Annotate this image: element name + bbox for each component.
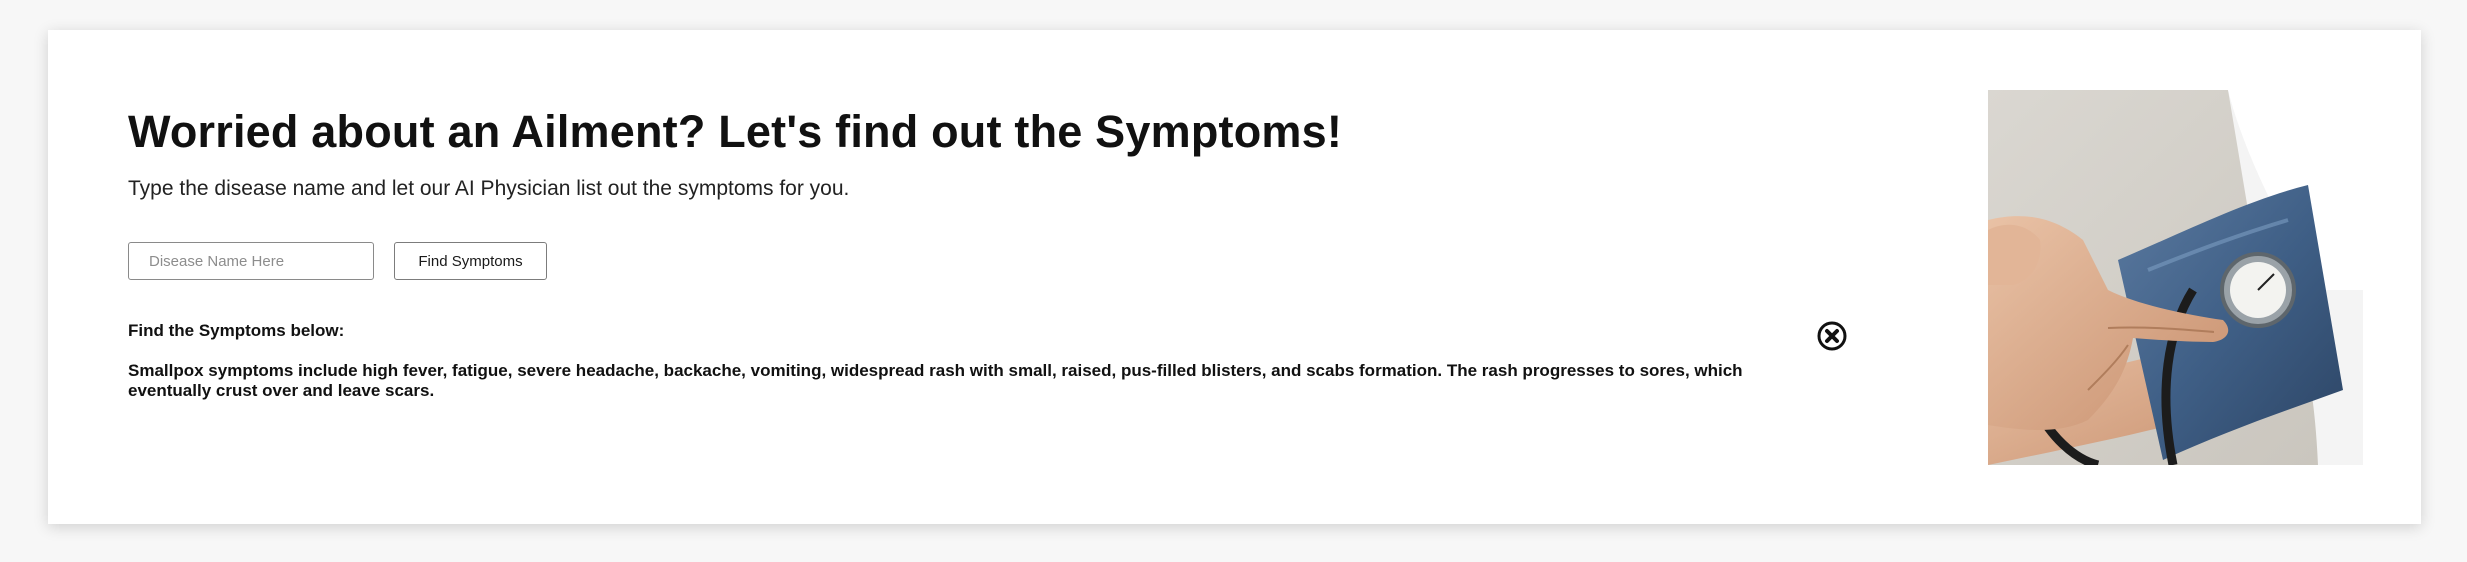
symptom-finder-card: Worried about an Ailment? Let's find out… <box>48 30 2421 524</box>
disease-name-input[interactable] <box>128 242 374 280</box>
page-subtitle: Type the disease name and let our AI Phy… <box>128 177 850 200</box>
close-circle-icon <box>1816 321 1848 355</box>
page-title: Worried about an Ailment? Let's find out… <box>128 106 1343 157</box>
blood-pressure-photo <box>1988 90 2363 465</box>
symptoms-result-text: Smallpox symptoms include high fever, fa… <box>128 361 1743 400</box>
find-symptoms-button[interactable]: Find Symptoms <box>394 242 547 280</box>
results-heading: Find the Symptoms below: <box>128 321 345 340</box>
close-result-button[interactable] <box>1816 320 1848 352</box>
